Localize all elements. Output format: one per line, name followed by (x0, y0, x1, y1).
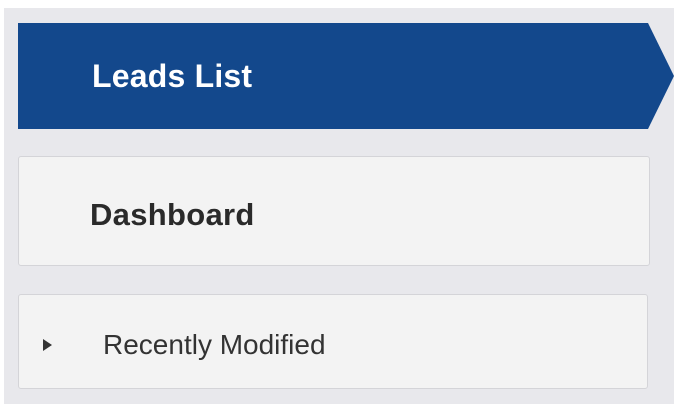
nav-item-label: Dashboard (90, 197, 255, 232)
nav-item-leads-list[interactable]: Leads List (18, 23, 674, 129)
recently-modified-toggle[interactable]: Recently Modified (18, 294, 648, 389)
nav-item-label: Leads List (92, 58, 253, 94)
nav-item-dashboard[interactable]: Dashboard (18, 156, 650, 266)
caret-right-icon (43, 339, 52, 351)
recently-modified-label: Recently Modified (103, 329, 326, 360)
